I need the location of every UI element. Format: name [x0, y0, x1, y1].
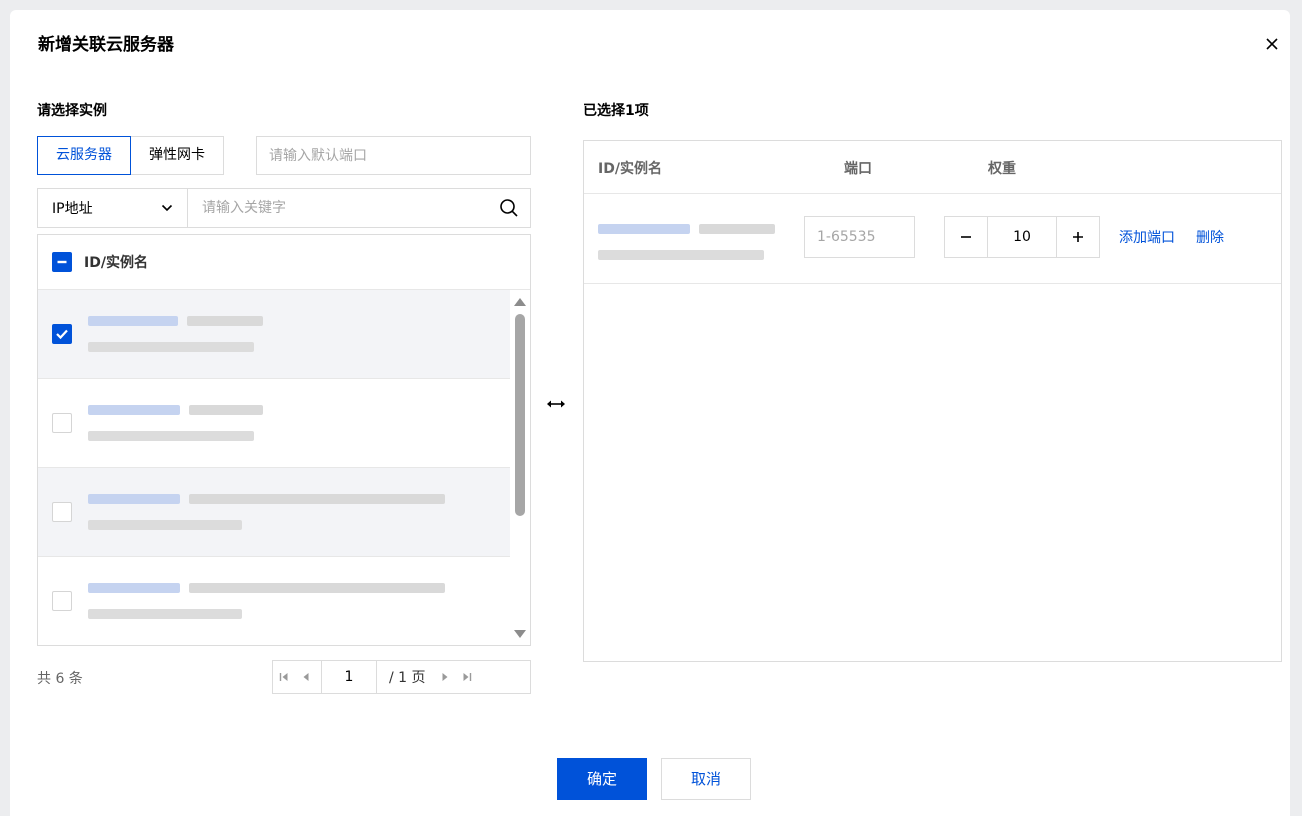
dialog: 新增关联云服务器 请选择实例 云服务器 弹性网卡 IP地址 ID/实例名 — [10, 10, 1290, 816]
increment-button[interactable] — [1057, 217, 1099, 257]
add-port-link[interactable]: 添加端口 — [1119, 227, 1175, 247]
scroll-thumb[interactable] — [515, 314, 525, 516]
instance-list: ID/实例名 — [37, 234, 531, 646]
select-instance-title: 请选择实例 — [37, 103, 107, 119]
default-port-input[interactable] — [256, 136, 531, 175]
page-number-input[interactable]: 1 — [321, 661, 377, 693]
instance-id-name — [88, 488, 446, 536]
instance-id-name — [598, 218, 776, 266]
weight-value[interactable]: 10 — [987, 217, 1057, 257]
confirm-button[interactable]: 确定 — [557, 758, 647, 800]
selected-table-header: ID/实例名 端口 权重 — [584, 141, 1281, 194]
close-icon[interactable] — [1262, 34, 1282, 54]
row-checkbox[interactable] — [52, 413, 72, 433]
list-rows — [38, 290, 510, 645]
row-checkbox[interactable] — [52, 324, 72, 344]
tab-eni[interactable]: 弹性网卡 — [130, 136, 224, 175]
selected-count-title: 已选择1项 — [583, 103, 649, 119]
instance-id-name — [88, 310, 264, 358]
prev-page-icon[interactable] — [295, 661, 317, 693]
header-weight: 权重 — [988, 161, 1016, 177]
search-icon[interactable] — [488, 189, 530, 227]
pagination: 1 / 1 页 — [272, 660, 531, 694]
select-all-checkbox[interactable] — [52, 252, 72, 272]
dialog-title: 新增关联云服务器 — [38, 35, 174, 55]
instance-id-name — [88, 577, 446, 625]
list-item[interactable] — [38, 557, 510, 645]
swap-arrows-icon — [546, 394, 566, 415]
list-item[interactable] — [38, 379, 510, 468]
filter-row: IP地址 — [37, 188, 531, 228]
cancel-button[interactable]: 取消 — [661, 758, 751, 800]
total-count: 共 6 条 — [37, 671, 83, 687]
filter-type-select[interactable]: IP地址 — [38, 189, 188, 227]
instance-id-name — [88, 399, 264, 447]
scroll-up-arrow-icon[interactable] — [514, 298, 526, 306]
header-port: 端口 — [844, 161, 872, 177]
chevron-down-icon — [161, 204, 173, 212]
scroll-down-arrow-icon[interactable] — [514, 630, 526, 638]
next-page-icon[interactable] — [434, 661, 456, 693]
table-row: 10 添加端口 删除 — [584, 194, 1281, 284]
header-id: ID/实例名 — [598, 161, 662, 177]
filter-type-value: IP地址 — [52, 201, 93, 217]
weight-stepper: 10 — [944, 216, 1100, 258]
list-header: ID/实例名 — [38, 235, 530, 290]
instance-type-tabs: 云服务器 弹性网卡 — [37, 136, 224, 175]
list-item[interactable] — [38, 468, 510, 557]
selected-table: ID/实例名 端口 权重 10 添加端口 删除 — [583, 140, 1282, 662]
list-scrollbar[interactable] — [510, 290, 530, 645]
plus-icon — [1073, 232, 1083, 242]
keyword-input[interactable] — [188, 189, 488, 227]
last-page-icon[interactable] — [456, 661, 478, 693]
tab-cvm[interactable]: 云服务器 — [37, 136, 131, 175]
list-header-label: ID/实例名 — [84, 255, 148, 271]
port-input[interactable] — [804, 216, 915, 258]
first-page-icon[interactable] — [273, 661, 295, 693]
list-item[interactable] — [38, 290, 510, 379]
decrement-button[interactable] — [945, 217, 987, 257]
row-checkbox[interactable] — [52, 502, 72, 522]
minus-icon — [961, 236, 971, 238]
total-pages: / 1 页 — [389, 670, 426, 686]
row-checkbox[interactable] — [52, 591, 72, 611]
delete-link[interactable]: 删除 — [1196, 227, 1224, 247]
